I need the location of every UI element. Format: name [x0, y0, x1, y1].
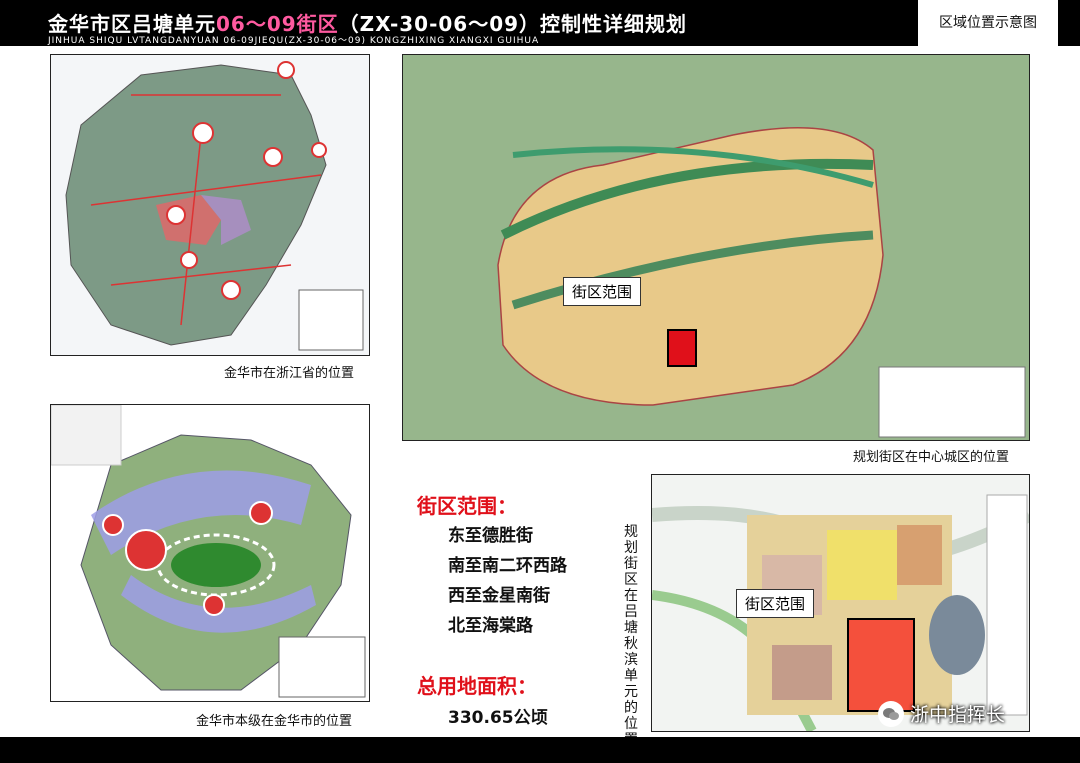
center-city-map-graphic: [403, 55, 1029, 440]
province-map: [50, 54, 370, 356]
footer-bar: [0, 737, 1080, 763]
boundary-title: 街区范围：: [417, 494, 517, 518]
page-subtitle: JINHUA SHIQU LVTANGDANYUAN 06-09JIEQU(ZX…: [48, 36, 540, 46]
header-bar: 金华市区吕塘单元06～09街区（ZX-30-06～09）控制性详细规划 JINH…: [0, 0, 1080, 46]
city-level-map: [50, 404, 370, 702]
area-value: 330.65公顷: [448, 708, 548, 728]
caption-province: 金华市在浙江省的位置: [224, 366, 355, 381]
caption-city-level: 金华市本级在金华市的位置: [196, 714, 353, 729]
watermark: 浙中指挥长: [878, 700, 1005, 727]
boundary-east: 东至德胜街: [448, 526, 533, 546]
wechat-icon: [878, 700, 904, 727]
boundary-north: 北至海棠路: [448, 616, 533, 636]
province-map-graphic: [51, 55, 369, 355]
section-label: 区域位置示意图: [918, 0, 1058, 46]
area-title: 总用地面积：: [417, 674, 537, 698]
callout-center-map: 街区范围: [563, 277, 642, 306]
boundary-south: 南至南二环西路: [448, 556, 567, 576]
unit-map-graphic: [652, 475, 1029, 731]
boundary-west: 西至金星南街: [448, 586, 550, 606]
watermark-text: 浙中指挥长: [910, 704, 1006, 726]
unit-map: 街区范围: [651, 474, 1030, 732]
caption-unit: 规划街区在吕塘秋滨单元的位置: [624, 524, 638, 748]
callout-unit-map: 街区范围: [736, 589, 815, 618]
center-city-map: 街区范围: [402, 54, 1030, 441]
caption-center-city: 规划街区在中心城区的位置: [853, 450, 1010, 465]
city-level-map-graphic: [51, 405, 369, 701]
